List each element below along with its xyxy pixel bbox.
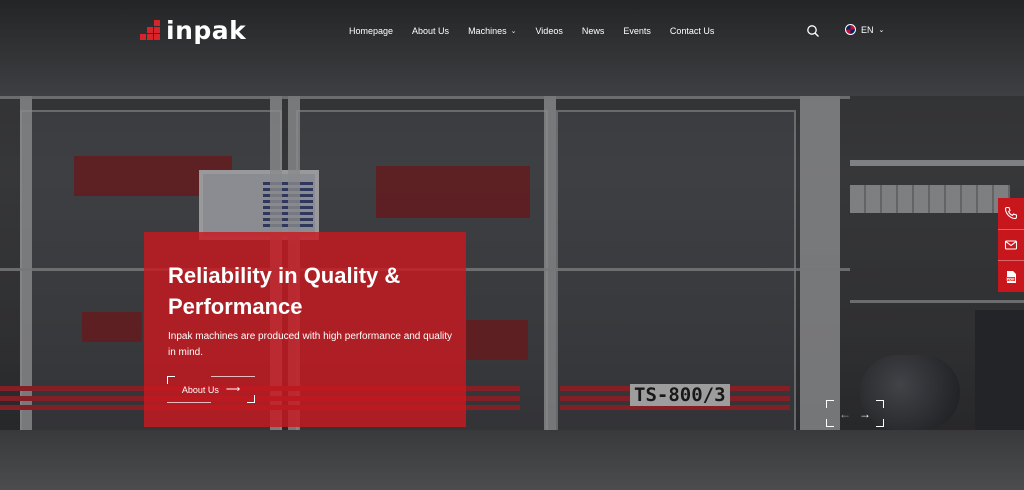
logo-text: inpak bbox=[166, 16, 247, 45]
nav-item-machines[interactable]: Machines ⌄ bbox=[468, 26, 516, 36]
main-nav: Homepage About Us Machines ⌄ Videos News … bbox=[349, 26, 733, 36]
chevron-down-icon: ⌄ bbox=[878, 26, 885, 34]
hero-title: Reliability in Quality & Performance bbox=[168, 263, 401, 319]
nav-item-homepage[interactable]: Homepage bbox=[349, 26, 393, 36]
nav-item-label: Events bbox=[623, 26, 651, 36]
nav-item-about-us[interactable]: About Us bbox=[412, 26, 449, 36]
slider-controls: ← → bbox=[826, 400, 884, 427]
about-us-button-label: About Us bbox=[181, 384, 219, 395]
nav-item-label: Contact Us bbox=[669, 26, 715, 36]
hero-description: Inpak machines are produced with high pe… bbox=[168, 331, 453, 358]
arrow-left-icon[interactable]: ← bbox=[839, 408, 851, 420]
nav-item-label: Videos bbox=[535, 26, 563, 36]
nav-item-label: Homepage bbox=[349, 26, 394, 36]
search-icon[interactable] bbox=[806, 24, 820, 38]
nav-item-videos[interactable]: Videos bbox=[535, 26, 562, 36]
arrow-right-icon: ⟶ bbox=[225, 384, 241, 395]
nav-item-contact-us[interactable]: Contact Us bbox=[670, 26, 715, 36]
mail-icon[interactable] bbox=[998, 230, 1024, 262]
svg-text:PDF: PDF bbox=[1007, 277, 1015, 281]
logo[interactable]: inpak bbox=[140, 18, 246, 43]
language-selector[interactable]: EN ⌄ bbox=[845, 24, 884, 35]
side-contact-bar: PDF bbox=[998, 198, 1024, 292]
nav-item-events[interactable]: Events bbox=[623, 26, 651, 36]
uk-flag-icon bbox=[845, 24, 856, 35]
arrow-right-icon[interactable]: → bbox=[859, 408, 871, 420]
nav-item-label: News bbox=[581, 26, 605, 36]
pdf-icon[interactable]: PDF bbox=[998, 261, 1024, 292]
nav-item-label: About Us bbox=[412, 26, 450, 36]
about-us-button[interactable]: About Us ⟶ bbox=[167, 376, 255, 403]
language-code: EN bbox=[861, 24, 874, 35]
nav-item-news[interactable]: News bbox=[582, 26, 605, 36]
logo-mark-icon bbox=[140, 19, 162, 42]
hero-card: Reliability in Quality & Performance Inp… bbox=[144, 232, 466, 427]
site-header: inpak Homepage About Us Machines ⌄ Videos… bbox=[0, 0, 1024, 62]
chevron-down-icon: ⌄ bbox=[510, 28, 517, 35]
phone-icon[interactable] bbox=[998, 198, 1024, 230]
nav-item-label: Machines bbox=[468, 26, 507, 36]
